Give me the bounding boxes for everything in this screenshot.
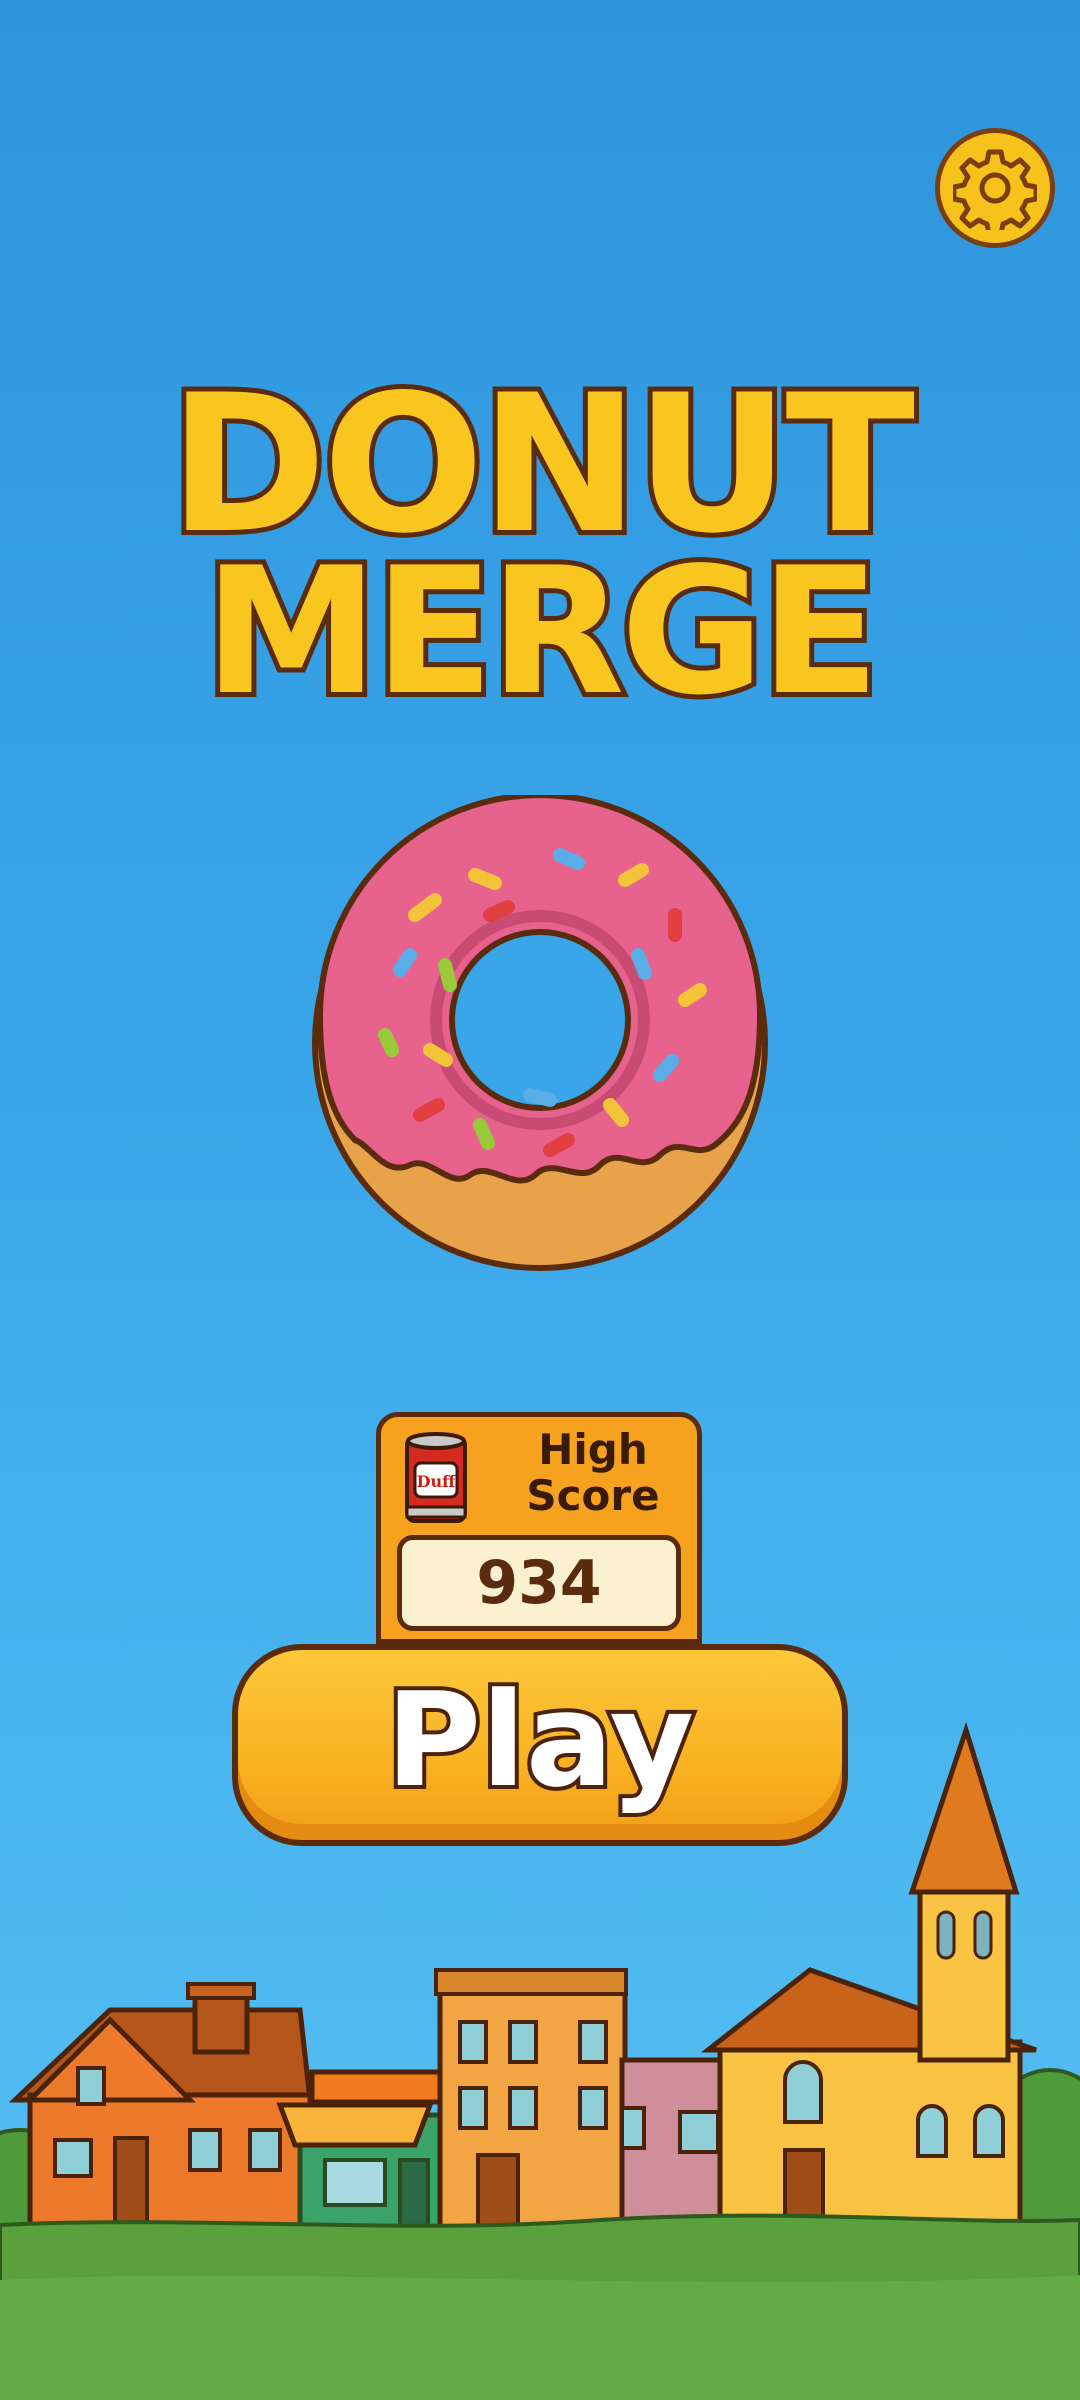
high-score-value: 934: [397, 1535, 681, 1631]
high-score-label: High Score: [526, 1425, 660, 1520]
svg-text:Duff: Duff: [417, 1472, 457, 1491]
settings-button[interactable]: [935, 128, 1055, 248]
game-title-line-2: MERGE: [199, 531, 885, 734]
high-score-panel: Duff High Score 934: [376, 1412, 702, 1644]
town-background: [0, 1721, 1080, 2400]
duff-can-icon: Duff: [405, 1432, 467, 1523]
donut-illustration: [312, 795, 768, 1271]
gear-icon: [953, 149, 1037, 230]
